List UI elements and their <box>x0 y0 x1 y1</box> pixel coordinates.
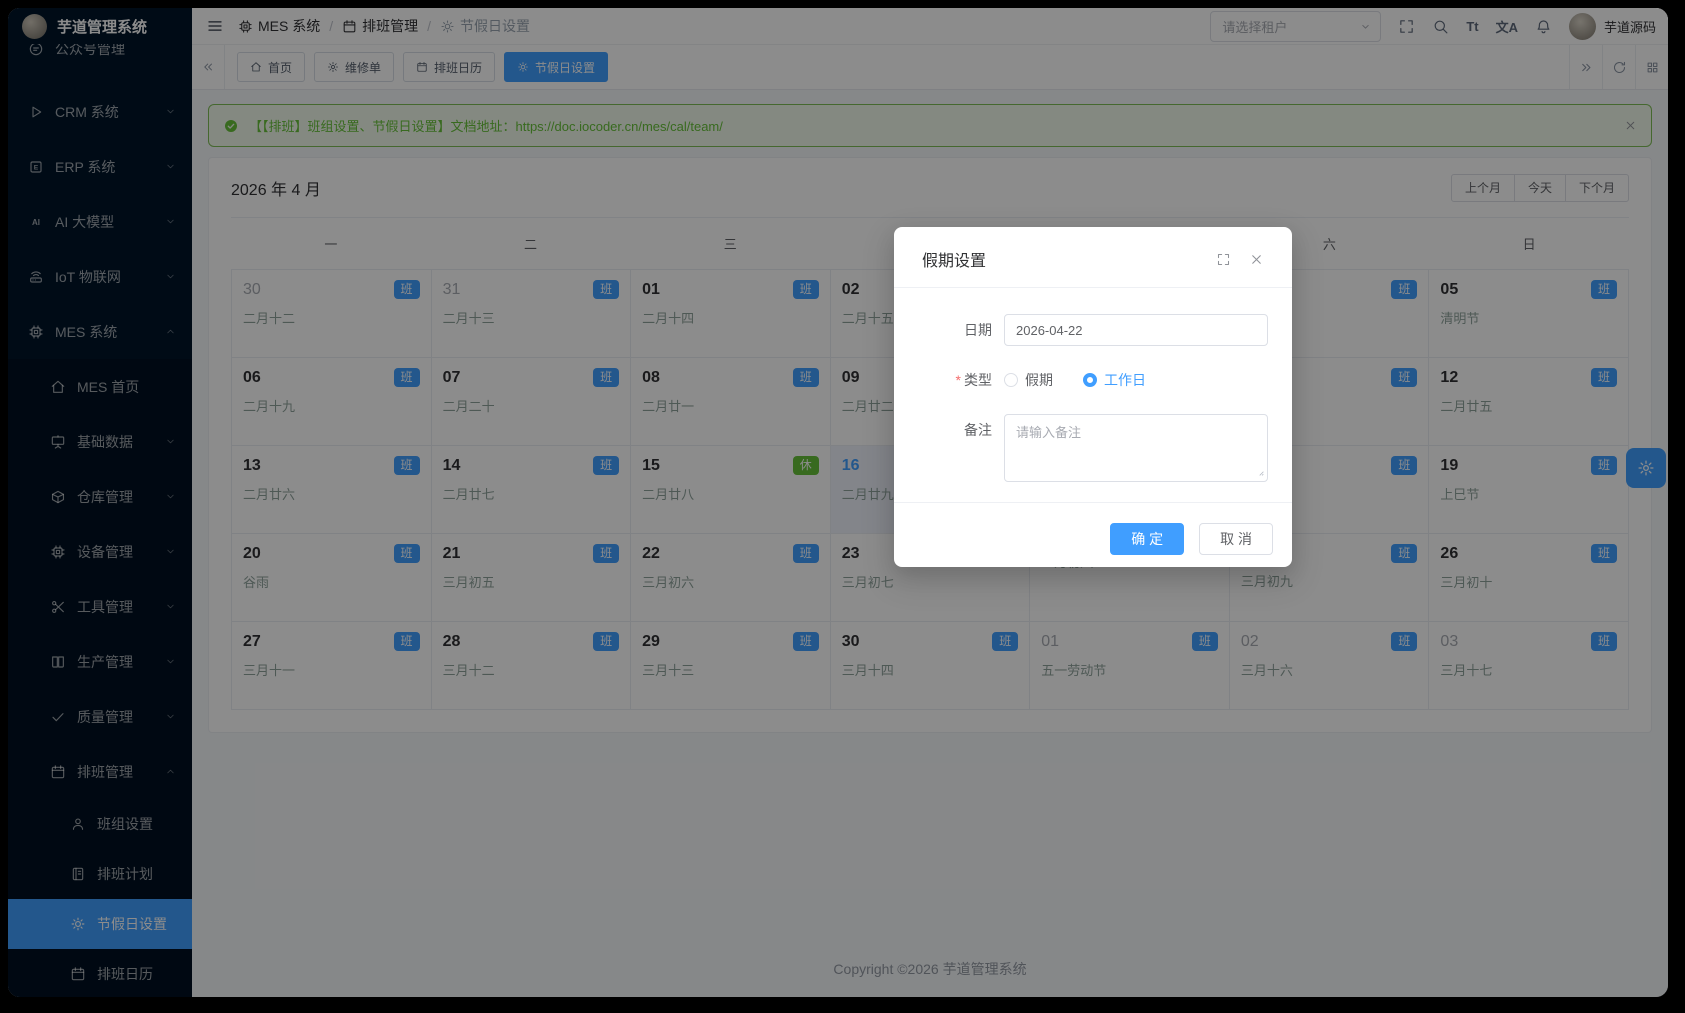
type-field-label: *类型 <box>894 364 1004 396</box>
radio-label: 工作日 <box>1104 364 1146 396</box>
date-field-label: 日期 <box>894 314 1004 346</box>
dialog-header: 假期设置 <box>894 227 1292 288</box>
type-radio[interactable]: 工作日 <box>1083 364 1146 396</box>
dialog-footer: 确 定 取 消 <box>894 502 1292 567</box>
date-input[interactable] <box>1004 314 1268 346</box>
dialog-close-icon[interactable] <box>1249 252 1264 267</box>
form-row-date: 日期 <box>894 314 1268 346</box>
app-window: 芋道管理系统 公众号管理CRM 系统EERP 系统AIAI 大模型IoT 物联网… <box>8 8 1668 997</box>
cancel-button[interactable]: 取 消 <box>1199 523 1273 555</box>
radio-dot-icon <box>1004 373 1018 387</box>
dialog-title: 假期设置 <box>922 247 1198 271</box>
holiday-settings-dialog: 假期设置 日期 *类型 假期 工作日 备注 <box>894 227 1292 567</box>
form-row-remark: 备注 <box>894 414 1268 482</box>
radio-dot-icon <box>1083 373 1097 387</box>
type-radio-group: 假期 工作日 <box>1004 364 1268 396</box>
modal-backdrop <box>8 8 1668 997</box>
remark-field-label: 备注 <box>894 414 1004 446</box>
type-radio[interactable]: 假期 <box>1004 364 1053 396</box>
form-row-type: *类型 假期 工作日 <box>894 364 1268 396</box>
resize-handle-icon[interactable] <box>1254 466 1265 477</box>
dialog-fullscreen-icon[interactable] <box>1216 252 1231 267</box>
remark-textarea[interactable] <box>1004 414 1268 482</box>
radio-label: 假期 <box>1025 364 1053 396</box>
required-asterisk: * <box>956 372 961 388</box>
confirm-button[interactable]: 确 定 <box>1110 523 1184 555</box>
dialog-body: 日期 *类型 假期 工作日 备注 <box>894 288 1292 502</box>
